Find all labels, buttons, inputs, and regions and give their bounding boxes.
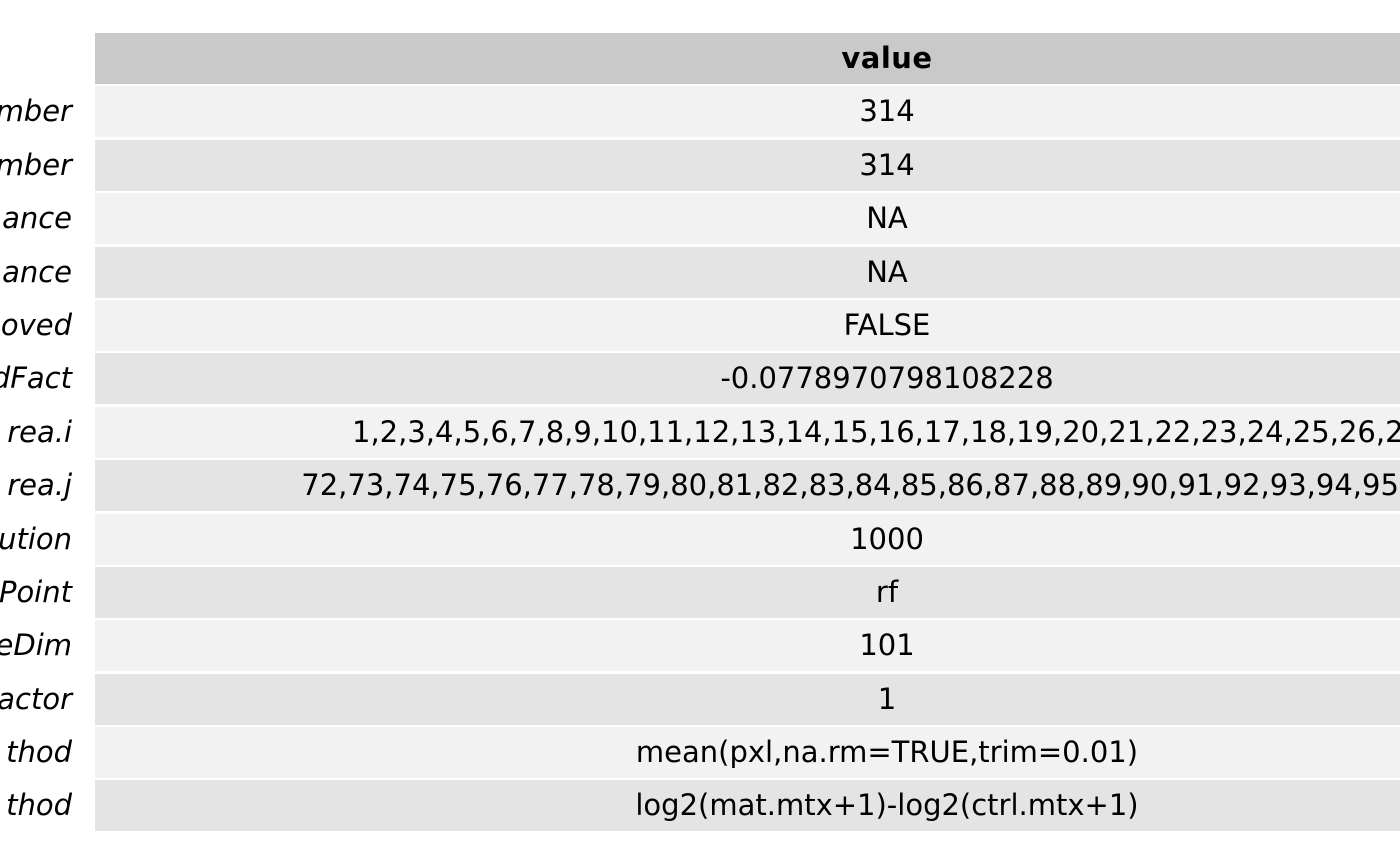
column-header-value: value [95,33,1400,84]
table-viewport: value mber 314 mber 314 ance NA ance NA … [0,0,1400,865]
value-cell: mean(pxl,na.rm=TRUE,trim=0.01) [95,727,1400,779]
table-row: rea.j 72,73,74,75,76,77,78,79,80,81,82,8… [0,460,1400,512]
value-cell: log2(mat.mtx+1)-log2(ctrl.mtx+1) [95,780,1400,832]
row-label: oved [0,307,72,342]
table-row: thod log2(mat.mtx+1)-log2(ctrl.mtx+1) [0,780,1400,832]
row-label: ution [0,521,72,556]
value-cell: FALSE [95,299,1400,351]
value-cell: NA [95,193,1400,245]
table-header-row: value [0,33,1400,84]
table-row: rea.i 1,2,3,4,5,6,7,8,9,10,11,12,13,14,1… [0,406,1400,458]
table-row: mber 314 [0,139,1400,191]
row-label: mber [0,147,72,182]
table-row: thod mean(pxl,na.rm=TRUE,trim=0.01) [0,727,1400,779]
value-cell: -0.0778970798108228 [95,353,1400,405]
data-table: value mber 314 mber 314 ance NA ance NA … [0,33,1400,834]
row-label: rea.i [7,414,72,449]
table-row: mber 314 [0,86,1400,138]
table-row: ution 1000 [0,513,1400,565]
table-row: ance NA [0,246,1400,298]
value-cell: 1,2,3,4,5,6,7,8,9,10,11,12,13,14,15,16,1… [95,406,1400,458]
value-cell: 101 [95,620,1400,672]
row-label: dFact [0,361,72,396]
value-cell: 314 [95,139,1400,191]
row-label: ance [2,254,72,289]
row-label: eDim [0,628,72,663]
row-label: Point [0,574,72,609]
table-row: oved FALSE [0,299,1400,351]
value-cell: 1 [95,673,1400,725]
row-label: rea.j [7,468,72,503]
table-row: ance NA [0,193,1400,245]
table-row: dFact -0.0778970798108228 [0,353,1400,405]
value-cell: NA [95,246,1400,298]
row-label: actor [0,681,72,716]
table-row: actor 1 [0,673,1400,725]
row-label: mber [0,94,72,129]
row-label: thod [6,735,72,770]
value-cell: 1000 [95,513,1400,565]
value-cell: rf [95,566,1400,618]
row-label: ance [2,201,72,236]
table-row: Point rf [0,566,1400,618]
row-label: thod [6,788,72,823]
value-cell: 72,73,74,75,76,77,78,79,80,81,82,83,84,8… [95,460,1400,512]
value-cell: 314 [95,86,1400,138]
table-row: eDim 101 [0,620,1400,672]
